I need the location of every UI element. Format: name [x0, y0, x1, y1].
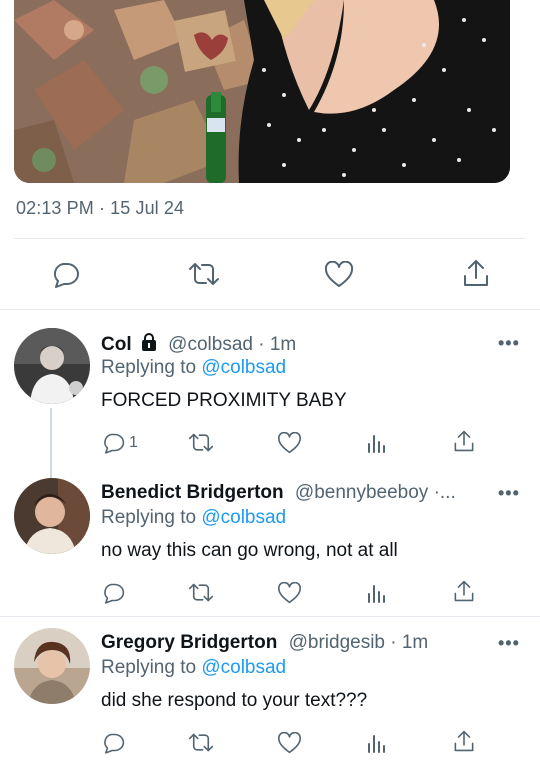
- handle-and-time: @colbsad · 1m: [168, 334, 297, 355]
- display-name[interactable]: Benedict Bridgerton: [101, 482, 284, 503]
- share-button[interactable]: [462, 258, 490, 288]
- reply-count: 1: [129, 433, 138, 451]
- thread-connector: [50, 408, 52, 478]
- like-icon: [324, 261, 354, 287]
- share-icon: [454, 580, 474, 602]
- share-icon: [454, 730, 474, 752]
- mention-link[interactable]: @colbsad: [201, 357, 286, 378]
- like-icon: [278, 432, 301, 454]
- mention-link[interactable]: @colbsad: [201, 507, 286, 528]
- reply-icon: [104, 733, 125, 754]
- share-button[interactable]: [453, 429, 475, 453]
- handle-and-time: @bennybeeboy ·...: [294, 482, 456, 503]
- like-button[interactable]: [277, 732, 302, 754]
- display-name[interactable]: Gregory Bridgerton: [101, 632, 277, 653]
- reply-button[interactable]: 1: [101, 431, 138, 454]
- replying-label: Replying to: [101, 357, 197, 378]
- reply-text: no way this can go wrong, not at all: [101, 540, 398, 561]
- more-options-button[interactable]: •••: [498, 483, 520, 504]
- retweet-icon: [188, 733, 214, 752]
- avatar[interactable]: [14, 628, 90, 704]
- retweet-button[interactable]: [188, 732, 214, 753]
- lock-icon: [141, 333, 156, 351]
- share-button[interactable]: [453, 729, 475, 753]
- display-name[interactable]: Col: [101, 334, 132, 355]
- analytics-button[interactable]: [366, 582, 388, 604]
- reply-icon: [53, 263, 79, 288]
- share-button[interactable]: [453, 579, 475, 603]
- reply-header: Gregory Bridgerton @bridgesib · 1m: [101, 632, 428, 654]
- reply-header: Benedict Bridgerton @bennybeeboy ·...: [101, 482, 456, 504]
- like-button[interactable]: [324, 261, 354, 288]
- reply-button[interactable]: [50, 260, 80, 288]
- mention-link[interactable]: @colbsad: [201, 657, 286, 678]
- divider: [0, 309, 540, 310]
- retweet-button[interactable]: [188, 582, 214, 603]
- like-icon: [278, 732, 301, 754]
- more-options-button[interactable]: •••: [498, 633, 520, 654]
- divider: [14, 238, 525, 239]
- share-icon: [464, 260, 488, 286]
- replying-to: Replying to @colbsad: [101, 657, 286, 679]
- like-button[interactable]: [277, 432, 302, 454]
- analytics-icon: [368, 435, 385, 453]
- handle-and-time: @bridgesib · 1m: [288, 632, 429, 653]
- reply-header: Col @colbsad · 1m: [101, 332, 296, 356]
- more-options-button[interactable]: •••: [498, 333, 520, 354]
- analytics-icon: [368, 585, 385, 603]
- replying-label: Replying to: [101, 657, 197, 678]
- retweet-icon: [189, 263, 219, 285]
- reply-text: FORCED PROXIMITY BABY: [101, 390, 347, 411]
- replying-to: Replying to @colbsad: [101, 357, 286, 379]
- like-button[interactable]: [277, 582, 302, 604]
- reply-text: did she respond to your text???: [101, 690, 368, 711]
- retweet-button[interactable]: [188, 432, 214, 453]
- replying-label: Replying to: [101, 507, 197, 528]
- reply-icon: [104, 433, 125, 454]
- analytics-button[interactable]: [366, 432, 388, 454]
- retweet-icon: [188, 583, 214, 602]
- analytics-icon: [368, 735, 385, 753]
- reply-button[interactable]: [101, 581, 125, 604]
- retweet-icon: [188, 433, 214, 452]
- reply-button[interactable]: [101, 731, 125, 754]
- analytics-button[interactable]: [366, 732, 388, 754]
- like-icon: [278, 582, 301, 604]
- tweet-photo[interactable]: [14, 0, 510, 183]
- tweet-timestamp[interactable]: 02:13 PM · 15 Jul 24: [16, 198, 184, 219]
- replying-to: Replying to @colbsad: [101, 507, 286, 529]
- retweet-button[interactable]: [188, 261, 220, 287]
- avatar[interactable]: [14, 328, 90, 404]
- share-icon: [454, 430, 474, 452]
- avatar[interactable]: [14, 478, 90, 554]
- reply-icon: [104, 583, 125, 604]
- divider: [0, 616, 540, 617]
